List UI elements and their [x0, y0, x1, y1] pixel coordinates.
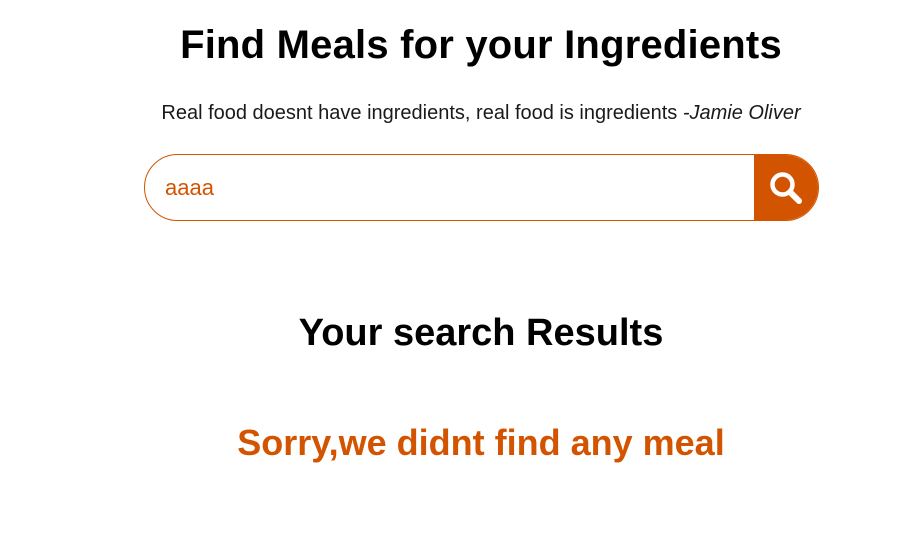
page-title: Find Meals for your Ingredients: [180, 23, 782, 67]
no-results-message: Sorry,we didnt find any meal: [237, 422, 725, 463]
search-input[interactable]: [145, 155, 756, 220]
search-bar: [144, 154, 819, 221]
quote: Real food doesnt have ingredients, real …: [0, 100, 920, 126]
search-icon: [770, 171, 802, 204]
page: Find Meals for your Ingredients Real foo…: [0, 0, 920, 555]
quote-author: -Jamie Oliver: [682, 102, 801, 124]
quote-text: Real food doesnt have ingredients, real …: [161, 102, 683, 124]
search-button[interactable]: [754, 155, 818, 220]
results-heading: Your search Results: [298, 312, 664, 354]
